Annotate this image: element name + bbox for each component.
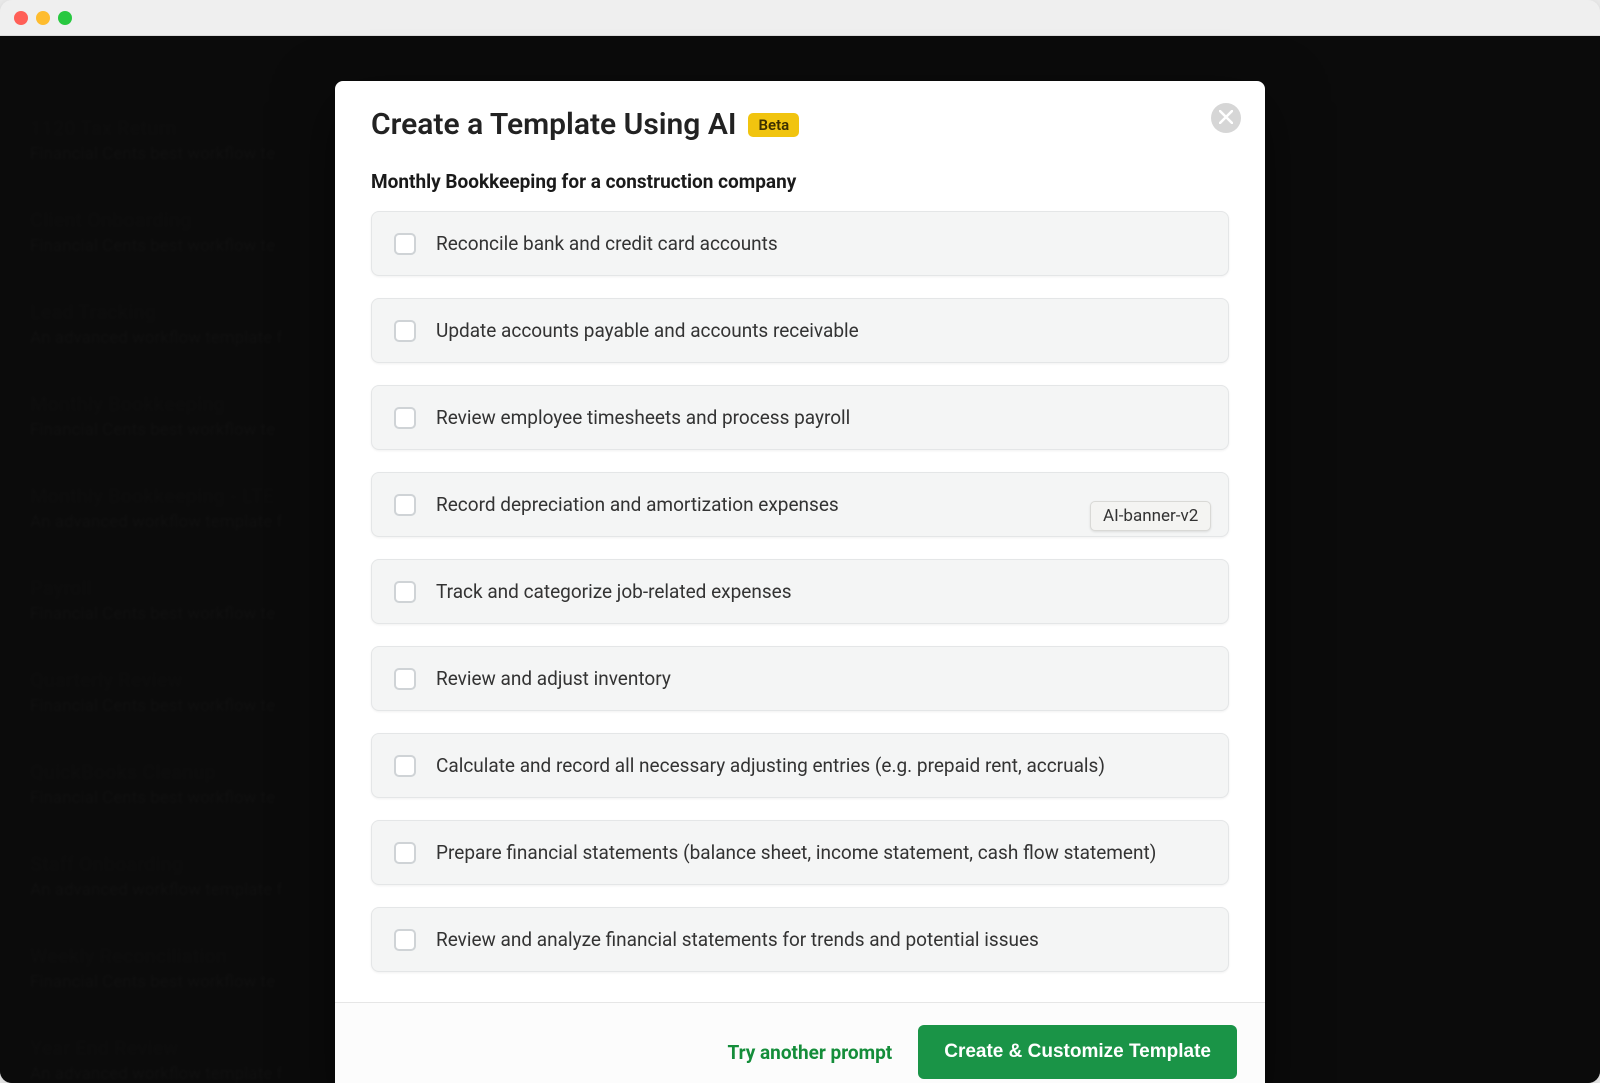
window-close-icon[interactable] [14, 11, 28, 25]
modal-title: Create a Template Using AI [371, 107, 736, 142]
task-label: Review and adjust inventory [436, 667, 671, 690]
beta-badge: Beta [748, 113, 799, 137]
task-label: Calculate and record all necessary adjus… [436, 754, 1105, 777]
task-item[interactable]: Update accounts payable and accounts rec… [371, 298, 1229, 363]
task-label: Review and analyze financial statements … [436, 928, 1039, 951]
modal-footer: Try another prompt Create & Customize Te… [335, 1002, 1265, 1083]
prompt-label: Monthly Bookkeeping for a construction c… [371, 170, 1229, 193]
task-item[interactable]: Prepare financial statements (balance sh… [371, 820, 1229, 885]
task-checkbox[interactable] [394, 494, 416, 516]
create-customize-button[interactable]: Create & Customize Template [918, 1025, 1237, 1079]
task-checkbox[interactable] [394, 233, 416, 255]
task-label: Prepare financial statements (balance sh… [436, 841, 1156, 864]
task-item[interactable]: Review and analyze financial statements … [371, 907, 1229, 972]
task-checkbox[interactable] [394, 755, 416, 777]
close-icon [1219, 109, 1233, 128]
task-item[interactable]: Review and adjust inventory [371, 646, 1229, 711]
task-checkbox[interactable] [394, 320, 416, 342]
task-checkbox[interactable] [394, 929, 416, 951]
task-checkbox[interactable] [394, 407, 416, 429]
task-item[interactable]: Reconcile bank and credit card accounts [371, 211, 1229, 276]
window-minimize-icon[interactable] [36, 11, 50, 25]
task-item[interactable]: Track and categorize job-related expense… [371, 559, 1229, 624]
task-label: Update accounts payable and accounts rec… [436, 319, 859, 342]
task-list: Reconcile bank and credit card accounts … [335, 193, 1265, 1002]
task-checkbox[interactable] [394, 842, 416, 864]
task-label: Record depreciation and amortization exp… [436, 493, 839, 516]
task-label: Track and categorize job-related expense… [436, 580, 792, 603]
task-item[interactable]: Record depreciation and amortization exp… [371, 472, 1229, 537]
content-area: 1120 Tax Return Financial Cents best wor… [0, 36, 1600, 1083]
task-label: Review employee timesheets and process p… [436, 406, 850, 429]
create-template-modal: Create a Template Using AI Beta Monthly … [335, 81, 1265, 1083]
app-window: 1120 Tax Return Financial Cents best wor… [0, 0, 1600, 1083]
task-checkbox[interactable] [394, 581, 416, 603]
modal-header: Create a Template Using AI Beta Monthly … [335, 81, 1265, 193]
window-maximize-icon[interactable] [58, 11, 72, 25]
task-checkbox[interactable] [394, 668, 416, 690]
task-item[interactable]: Calculate and record all necessary adjus… [371, 733, 1229, 798]
window-titlebar [0, 0, 1600, 36]
task-label: Reconcile bank and credit card accounts [436, 232, 778, 255]
close-button[interactable] [1211, 103, 1241, 133]
modal-title-row: Create a Template Using AI Beta [371, 107, 1229, 142]
task-item[interactable]: Review employee timesheets and process p… [371, 385, 1229, 450]
try-another-prompt-link[interactable]: Try another prompt [727, 1041, 892, 1064]
